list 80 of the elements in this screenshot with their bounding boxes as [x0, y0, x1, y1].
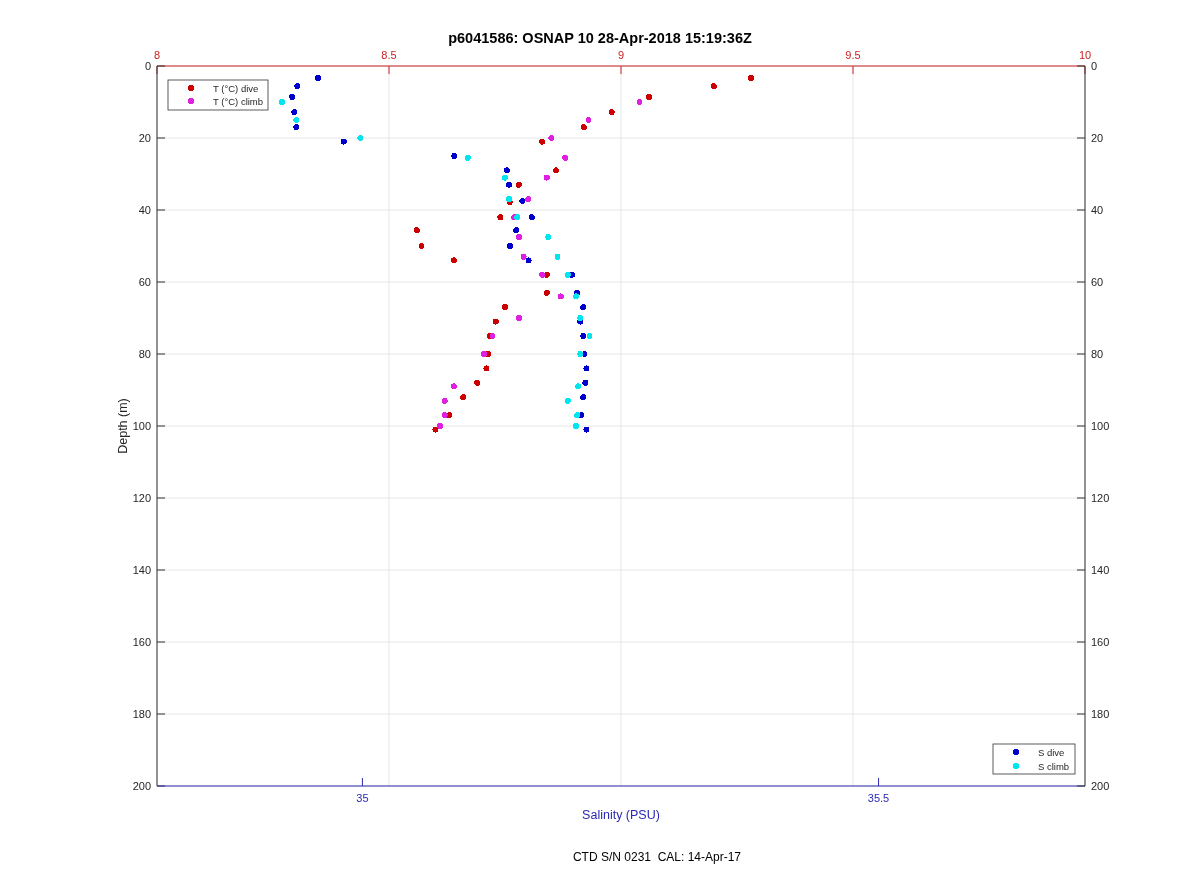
data-point — [294, 83, 301, 90]
data-point — [553, 167, 560, 174]
data-point — [340, 138, 347, 145]
tick-label: 200 — [132, 780, 151, 792]
footer-note: CTD S/N 0231 CAL: 14-Apr-17 — [571, 850, 743, 864]
tick-label: 140 — [132, 564, 151, 576]
data-point — [554, 253, 561, 260]
tick-label: 9 — [617, 49, 625, 61]
tick-label: 20 — [1091, 132, 1104, 144]
tick-label: 40 — [1091, 204, 1104, 216]
tick-label: 60 — [1091, 276, 1104, 288]
tick-label: 160 — [132, 636, 151, 648]
data-point — [545, 234, 552, 240]
data-point — [515, 315, 522, 321]
axis-label: Depth (m) — [116, 398, 130, 454]
data-point — [315, 74, 322, 81]
legend-label: S climb — [1038, 760, 1070, 772]
tick-label: 0 — [1091, 60, 1098, 72]
data-point — [583, 365, 590, 372]
tick-label: 160 — [1091, 636, 1110, 648]
data-point — [502, 304, 508, 311]
chart-title: p6041586: OSNAP 10 28-Apr-2018 15:19:36Z — [448, 30, 752, 46]
axis-label: Salinity (PSU) — [582, 808, 660, 822]
data-point — [464, 154, 471, 161]
tick-label: 100 — [132, 420, 151, 432]
tick-label: 200 — [1091, 780, 1110, 792]
data-point — [564, 397, 571, 404]
data-point — [636, 99, 643, 105]
data-point — [528, 214, 535, 221]
data-point — [441, 397, 448, 404]
tick-label: 35 — [356, 792, 369, 804]
tick-label: 180 — [1091, 708, 1110, 720]
legend-label: T (°C) climb — [213, 95, 264, 107]
data-point — [483, 365, 490, 372]
data-point — [507, 243, 514, 249]
data-point — [418, 243, 425, 249]
data-point — [557, 293, 564, 300]
tick-label: 120 — [132, 492, 151, 504]
legend-label: S dive — [1038, 746, 1065, 758]
data-point — [562, 154, 569, 161]
tick-label: 120 — [1091, 492, 1110, 504]
tick-label: 140 — [1091, 564, 1110, 576]
data-point — [747, 74, 754, 81]
data-point — [645, 93, 652, 100]
data-point — [573, 423, 580, 429]
legend-label: T (°C) dive — [213, 82, 259, 94]
tick-label: 35.5 — [867, 792, 890, 804]
tick-label: 8.5 — [381, 49, 397, 61]
tick-label: 0 — [144, 60, 151, 72]
data-point — [450, 257, 457, 264]
data-point — [289, 93, 296, 100]
data-point — [548, 135, 555, 141]
data-point — [492, 318, 499, 325]
data-point — [543, 289, 550, 296]
data-point — [357, 135, 364, 141]
tick-label: 180 — [132, 708, 151, 720]
data-point — [580, 304, 587, 311]
data-point — [608, 109, 615, 116]
data-point — [413, 227, 420, 234]
tick-label: 10 — [1078, 49, 1092, 61]
tick-label: 60 — [138, 276, 151, 288]
tick-label: 9.5 — [845, 49, 861, 61]
tick-label: 100 — [1091, 420, 1110, 432]
tick-label: 80 — [1091, 348, 1104, 360]
data-point — [278, 99, 285, 105]
data-point — [580, 394, 587, 401]
data-point — [543, 174, 550, 181]
data-point — [451, 153, 458, 159]
tick-label: 8 — [153, 49, 161, 61]
data-point — [539, 138, 546, 145]
data-point — [450, 383, 457, 390]
data-point — [460, 394, 467, 401]
data-point — [515, 181, 522, 188]
tick-label: 80 — [138, 348, 151, 360]
tick-label: 20 — [138, 132, 151, 144]
data-point — [497, 214, 504, 221]
tick-label: 40 — [138, 204, 151, 216]
data-point — [474, 379, 481, 386]
data-point — [710, 83, 717, 90]
data-point — [583, 426, 590, 433]
